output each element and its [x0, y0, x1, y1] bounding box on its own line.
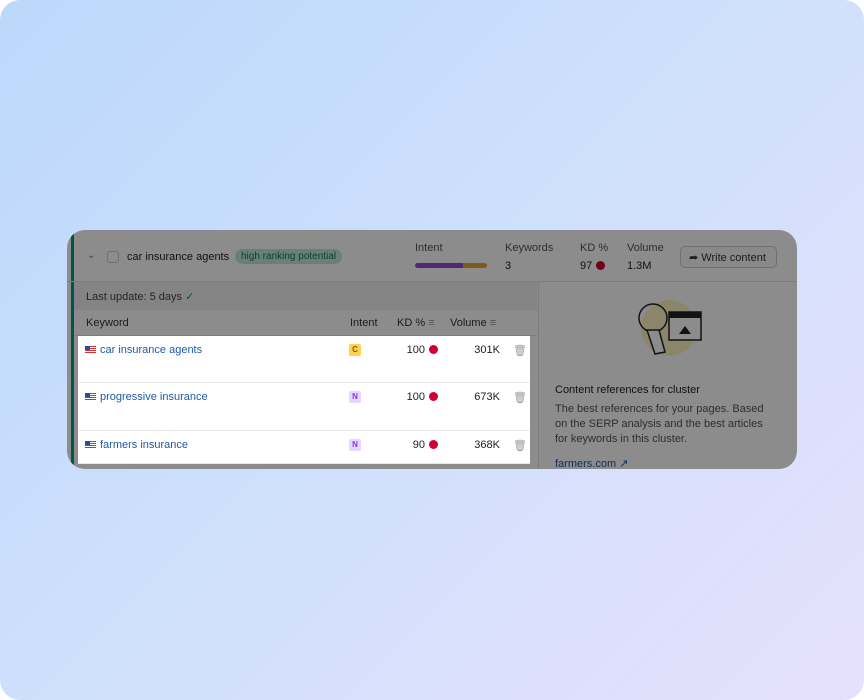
status-badge: high ranking potential — [235, 249, 343, 264]
cluster-checkbox[interactable] — [107, 251, 119, 263]
intent-bar — [415, 263, 487, 268]
intent-label: Intent — [415, 242, 443, 254]
intent-bar-navigational — [463, 263, 487, 268]
cluster-title: car insurance agents — [127, 251, 230, 263]
volume-label: Volume — [627, 242, 664, 254]
write-content-label: Write content — [701, 252, 766, 264]
last-update: Last update: 5 days ✓ — [74, 282, 537, 310]
column-intent: Intent — [350, 317, 378, 329]
intent-stat: Intent — [415, 242, 443, 254]
column-volume-label: Volume — [450, 317, 487, 329]
references-description: The best references for your pages. Base… — [555, 403, 764, 445]
column-volume[interactable]: Volume ≡ — [450, 317, 496, 329]
chevron-down-icon[interactable]: ⌄ — [87, 250, 95, 261]
keywords-label: Keywords — [505, 242, 554, 254]
highlight-overlay — [78, 336, 530, 464]
table-header: Keyword Intent KD % ≡ Volume ≡ — [74, 310, 537, 336]
kd-number: 97 — [580, 260, 593, 272]
cluster-header: ⌄ car insurance agents high ranking pote… — [67, 230, 797, 282]
keywords-value: 3 — [505, 260, 512, 272]
references-title: Content references for cluster — [555, 384, 700, 396]
kd-label: KD % — [580, 242, 609, 254]
sort-icon: ≡ — [489, 317, 497, 329]
share-arrow-icon: ➦ — [689, 252, 699, 264]
reference-link-text: farmers.com — [555, 458, 617, 469]
keywords-stat: Keywords 3 — [505, 242, 553, 272]
intent-bar-commercial — [415, 263, 464, 268]
check-icon: ✓ — [185, 291, 195, 303]
sort-icon: ≡ — [428, 317, 435, 329]
write-content-button[interactable]: ➦ Write content — [680, 246, 777, 268]
reference-link[interactable]: farmers.com ↗ — [555, 457, 628, 469]
column-kd[interactable]: KD % ≡ — [397, 317, 435, 329]
lightbulb-illustration-icon — [638, 300, 702, 356]
last-update-text: Last update: 5 days — [86, 291, 183, 303]
kd-stat: KD % 97 — [580, 242, 608, 272]
kd-dot-icon — [596, 261, 606, 270]
volume-stat: Volume 1.3M — [627, 242, 664, 272]
external-link-icon: ↗ — [619, 458, 629, 469]
column-keyword: Keyword — [86, 317, 129, 329]
column-kd-label: KD % — [397, 317, 426, 329]
kd-value: 97 — [580, 260, 608, 272]
cluster-panel: ⌄ car insurance agents high ranking pote… — [67, 230, 797, 469]
references-pane: Content references for cluster The best … — [538, 282, 797, 469]
volume-value: 1.3M — [627, 260, 652, 272]
